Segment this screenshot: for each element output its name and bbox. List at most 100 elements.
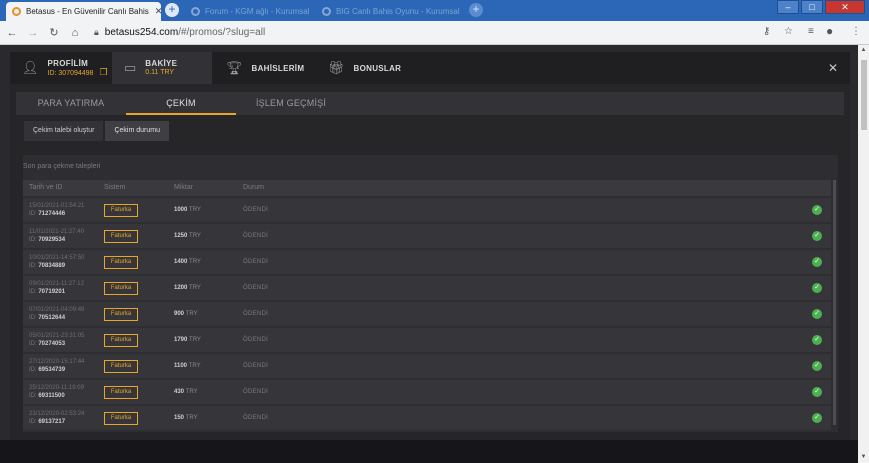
row-amount-value: 1790 xyxy=(174,337,188,343)
row-status: ÖDENDİ xyxy=(243,233,269,239)
row-currency: TRY xyxy=(189,207,201,213)
invoice-button[interactable]: Faturka xyxy=(104,230,138,243)
row-amount-value: 1400 xyxy=(174,259,188,265)
check-circle-icon: ✓ xyxy=(812,387,822,397)
withdrawal-actions: Çekim talebi oluştur Çekim durumu xyxy=(24,121,169,141)
browser-tab[interactable]: BIG Canlı Bahis Oyunu - Kurumsal xyxy=(316,2,466,21)
row-date: 25/12/2020-11:19:09 xyxy=(29,385,84,391)
row-id-value: 70929534 xyxy=(38,237,66,243)
invoice-button[interactable]: Faturka xyxy=(104,256,138,269)
tab-withdrawal[interactable]: ÇEKİM xyxy=(126,92,236,115)
profile-id: ID: 307094498 xyxy=(47,69,94,77)
user-icon: 👤︎ xyxy=(22,60,39,75)
row-currency: TRY xyxy=(189,259,201,265)
row-status: ÖDENDİ xyxy=(243,415,269,421)
row-currency: TRY xyxy=(189,337,201,343)
row-status: ÖDENDİ xyxy=(243,207,269,213)
invoice-button[interactable]: Faturka xyxy=(104,360,138,373)
star-icon[interactable]: ☆ xyxy=(784,26,793,37)
row-amount-value: 430 xyxy=(174,389,185,395)
table-row: 05/01/2021-23:31:05 ID: 70274053 Faturka 17… xyxy=(23,328,831,352)
bets-label: BAHİSLERİM xyxy=(251,63,305,73)
check-circle-icon: ✓ xyxy=(812,257,822,267)
row-status: ÖDENDİ xyxy=(243,311,269,317)
tab-balance[interactable]: ▭ BAKİYE 0.11 TRY xyxy=(112,52,212,84)
new-tab-button[interactable]: + xyxy=(165,3,179,17)
page-scrollbar-thumb[interactable] xyxy=(861,60,867,130)
browser-tab-title: BIG Canlı Bahis Oyunu - Kurumsal xyxy=(336,7,460,16)
reload-icon[interactable]: ↻ xyxy=(45,26,63,39)
row-amount: 1400 TRY xyxy=(174,259,201,265)
row-amount: 150 TRY xyxy=(174,415,198,421)
url-field[interactable]: betasus254.com/#/promos/?slug=all xyxy=(105,27,265,38)
table-row: 07/01/2021-04:09:49 ID: 70512644 Faturka 90… xyxy=(23,302,831,326)
row-id-value: 70834889 xyxy=(38,263,66,269)
row-date: 27/12/2020-15:17:44 xyxy=(29,359,85,365)
browser-tab-active[interactable]: Betasus - En Güvenilir Canlı Bahis ✕ xyxy=(6,2,161,21)
scroll-up-icon[interactable]: ▲ xyxy=(858,47,869,53)
invoice-button[interactable]: Faturka xyxy=(104,282,138,295)
browser-tab-bar: Betasus - En Güvenilir Canlı Bahis ✕ + F… xyxy=(0,0,869,21)
close-window-icon[interactable]: ✕ xyxy=(825,0,865,14)
row-amount: 1100 TRY xyxy=(174,363,201,369)
row-amount: 900 TRY xyxy=(174,311,198,317)
check-circle-icon: ✓ xyxy=(812,283,822,293)
new-tab-button[interactable]: + xyxy=(469,3,483,17)
scroll-down-icon[interactable]: ▼ xyxy=(858,454,869,460)
tab-bonuses[interactable]: 🎁︎ BONUSLAR xyxy=(316,52,418,84)
table-scrollbar[interactable] xyxy=(833,180,836,425)
reading-list-icon[interactable]: ≡ xyxy=(808,26,814,37)
invoice-button[interactable]: Faturka xyxy=(104,204,138,217)
row-amount-value: 150 xyxy=(174,415,185,421)
panel-title: Son para çekme talepleri xyxy=(23,163,101,170)
check-circle-icon: ✓ xyxy=(812,205,822,215)
check-circle-icon: ✓ xyxy=(812,361,822,371)
balance-label: BAKİYE xyxy=(145,59,178,68)
account-icon[interactable]: ● xyxy=(826,24,833,38)
column-amount: Miktar xyxy=(174,184,194,191)
tab-profile[interactable]: 👤︎ PROFİLİM ID: 307094498 ❐ xyxy=(10,52,110,84)
row-currency: TRY xyxy=(185,389,198,395)
tab-my-bets[interactable]: 🏆︎ BAHİSLERİM xyxy=(214,52,314,84)
column-status: Durum xyxy=(243,184,265,191)
tab-deposit[interactable]: PARA YATIRMA xyxy=(16,92,126,115)
balance-value: 0.11 TRY xyxy=(145,69,175,76)
browser-tab[interactable]: Forum - KGM ağlı - Kurumsal xyxy=(185,2,315,21)
forward-arrow-icon[interactable]: → xyxy=(24,27,42,39)
row-id: ID: 69311500 xyxy=(29,393,65,399)
row-amount: 1790 TRY xyxy=(174,337,201,343)
invoice-button[interactable]: Faturka xyxy=(104,308,138,321)
row-amount-value: 900 xyxy=(174,311,185,317)
key-icon[interactable]: ⚷ xyxy=(763,26,770,37)
address-bar: ← → ↻ ⌂ 🔒︎ betasus254.com/#/promos/?slug… xyxy=(0,21,869,45)
back-arrow-icon[interactable]: ← xyxy=(3,27,21,39)
table-row: 09/01/2021-11:27:12 ID: 70719201 Faturka 12… xyxy=(23,276,831,300)
row-amount: 1000 TRY xyxy=(174,207,201,213)
table-row: 10/01/2021-14:57:50 ID: 70834889 Faturka 14… xyxy=(23,250,831,274)
invoice-button[interactable]: Faturka xyxy=(104,412,138,425)
invoice-button[interactable]: Faturka xyxy=(104,386,138,399)
withdrawal-status-button[interactable]: Çekim durumu xyxy=(105,121,169,141)
close-tab-icon[interactable]: ✕ xyxy=(155,6,161,17)
tab-transaction-history[interactable]: İŞLEM GEÇMİŞİ xyxy=(236,92,346,115)
row-currency: TRY xyxy=(189,285,201,291)
maximize-icon[interactable]: □ xyxy=(801,0,823,14)
close-modal-icon[interactable]: ✕ xyxy=(828,61,838,75)
row-id: ID: 70834889 xyxy=(29,263,66,269)
row-date: 05/01/2021-23:31:05 xyxy=(29,333,85,339)
gift-icon: 🎁︎ xyxy=(328,60,345,75)
table-row: 27/12/2020-15:17:44 ID: 69534739 Faturka 11… xyxy=(23,354,831,378)
url-path: /#/promos/?slug=all xyxy=(178,27,266,38)
row-id: ID: 70274053 xyxy=(29,341,66,347)
column-system: Sistem xyxy=(104,184,126,191)
invoice-button[interactable]: Faturka xyxy=(104,334,138,347)
table-header: Tarih ve ID Sistem Miktar Durum xyxy=(23,180,831,196)
lock-icon[interactable]: 🔒︎ xyxy=(94,27,99,38)
tab-favicon-icon xyxy=(322,7,331,16)
row-id: ID: 69534739 xyxy=(29,367,66,373)
copy-icon[interactable]: ❐ xyxy=(99,67,107,77)
minimize-icon[interactable]: – xyxy=(777,0,799,14)
home-icon[interactable]: ⌂ xyxy=(66,27,84,39)
menu-icon[interactable]: ⋮ xyxy=(851,26,861,37)
create-withdrawal-button[interactable]: Çekim talebi oluştur xyxy=(24,121,104,141)
